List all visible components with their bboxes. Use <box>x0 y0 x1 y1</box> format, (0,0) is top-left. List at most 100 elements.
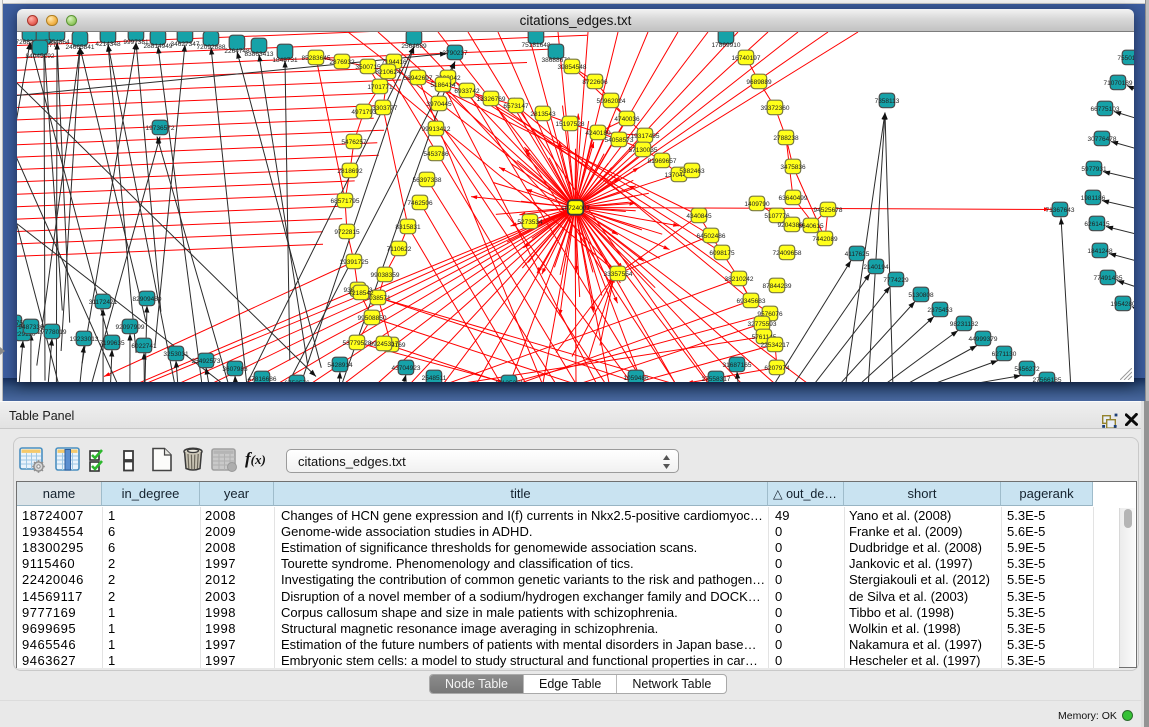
svg-text:9722815: 9722815 <box>334 229 360 236</box>
svg-text:15197528: 15197528 <box>556 121 585 128</box>
svg-text:33357554: 33357554 <box>604 271 633 278</box>
svg-text:68571795: 68571795 <box>331 198 360 205</box>
svg-text:6261415: 6261415 <box>1084 221 1110 228</box>
svg-text:39372360: 39372360 <box>761 105 790 112</box>
svg-text:7199635: 7199635 <box>99 340 125 347</box>
svg-text:43704923: 43704923 <box>392 365 421 372</box>
svg-text:71367643: 71367643 <box>1046 207 1075 214</box>
svg-text:4240180: 4240180 <box>585 130 611 137</box>
svg-text:2813543: 2813543 <box>530 111 556 118</box>
svg-text:94525678: 94525678 <box>814 207 843 214</box>
svg-text:82909480: 82909480 <box>133 296 162 303</box>
svg-text:1059486: 1059486 <box>623 375 649 382</box>
svg-text:72409658: 72409658 <box>773 250 802 257</box>
svg-text:5476257: 5476257 <box>341 139 367 146</box>
svg-text:6098175: 6098175 <box>709 250 735 257</box>
svg-text:27778019: 27778019 <box>38 329 67 336</box>
svg-text:6933742: 6933742 <box>454 88 480 95</box>
svg-text:39854548: 39854548 <box>558 64 587 71</box>
svg-text:2548511: 2548511 <box>422 375 447 382</box>
svg-text:28814949: 28814949 <box>144 43 173 50</box>
svg-text:2876932: 2876932 <box>329 59 355 66</box>
svg-text:6207974: 6207974 <box>764 365 790 372</box>
svg-text:4117625: 4117625 <box>845 251 870 258</box>
svg-text:77491435: 77491435 <box>1094 275 1123 282</box>
svg-text:81969657: 81969657 <box>648 158 677 165</box>
svg-text:5273534: 5273534 <box>517 219 543 226</box>
svg-text:1981186: 1981186 <box>1081 195 1106 202</box>
svg-text:17869910: 17869910 <box>712 42 741 49</box>
svg-text:8722606: 8722606 <box>582 79 608 86</box>
svg-text:4218542: 4218542 <box>348 290 374 297</box>
svg-text:6271130: 6271130 <box>992 351 1017 358</box>
svg-text:2375453: 2375453 <box>927 307 953 314</box>
svg-text:4740036: 4740036 <box>614 116 640 123</box>
svg-text:3253031: 3253031 <box>163 351 189 358</box>
svg-text:27566185: 27566185 <box>1033 377 1062 382</box>
svg-text:8315831: 8315831 <box>395 224 421 231</box>
svg-text:4214348: 4214348 <box>95 41 121 48</box>
svg-text:69345683: 69345683 <box>737 298 766 305</box>
svg-text:75181648: 75181648 <box>522 42 551 49</box>
svg-text:87844239: 87844239 <box>763 283 792 290</box>
svg-text:83863413: 83863413 <box>245 51 274 58</box>
svg-text:5382463: 5382463 <box>679 168 705 175</box>
svg-text:38210242: 38210242 <box>725 276 754 283</box>
svg-text:5186414: 5186414 <box>430 82 456 89</box>
svg-text:13326769: 13326769 <box>477 96 506 103</box>
svg-text:34627347: 34627347 <box>171 41 200 48</box>
svg-text:7462506: 7462506 <box>407 200 433 207</box>
svg-text:27558317: 27558317 <box>702 376 731 382</box>
svg-text:56397338: 56397338 <box>413 177 442 184</box>
svg-text:99038359: 99038359 <box>371 272 400 279</box>
svg-text:19736572: 19736572 <box>146 125 175 132</box>
svg-text:5130808: 5130808 <box>908 292 934 299</box>
svg-text:66775103: 66775103 <box>1091 106 1120 113</box>
svg-text:53779528: 53779528 <box>343 340 372 347</box>
svg-text:58942697: 58942697 <box>404 75 433 82</box>
svg-text:19233013: 19233013 <box>70 336 99 343</box>
svg-text:9689889: 9689889 <box>746 79 772 86</box>
svg-text:32775593: 32775593 <box>748 321 777 328</box>
svg-text:3475836: 3475836 <box>780 164 806 171</box>
svg-text:99508850: 99508850 <box>358 315 387 322</box>
svg-text:25492573: 25492573 <box>192 358 221 365</box>
svg-text:6752576: 6752576 <box>284 380 310 382</box>
svg-text:7358113: 7358113 <box>875 98 900 105</box>
svg-text:44999379: 44999379 <box>969 336 998 343</box>
svg-text:22534217: 22534217 <box>761 342 790 349</box>
svg-text:7110622: 7110622 <box>387 246 412 253</box>
svg-text:6573147: 6573147 <box>503 103 529 110</box>
svg-text:71070189: 71070189 <box>1104 80 1133 87</box>
svg-text:85283645: 85283645 <box>302 55 331 62</box>
svg-text:47135391: 47135391 <box>495 380 524 382</box>
svg-text:7442089: 7442089 <box>812 236 838 243</box>
svg-text:7550190: 7550190 <box>1117 55 1134 62</box>
svg-text:57130035: 57130035 <box>629 147 658 154</box>
svg-text:99913412: 99913412 <box>422 126 451 133</box>
svg-text:31687165: 31687165 <box>723 362 752 369</box>
svg-text:19317495: 19317495 <box>631 133 660 140</box>
svg-text:63640499: 63640499 <box>779 195 808 202</box>
svg-text:1848731: 1848731 <box>272 57 298 64</box>
svg-text:50962024: 50962024 <box>597 98 626 105</box>
svg-text:47816686: 47816686 <box>248 376 277 382</box>
svg-text:3607983: 3607983 <box>222 366 248 373</box>
svg-text:2818692: 2818692 <box>337 168 363 175</box>
svg-text:4971793: 4971793 <box>351 109 377 116</box>
svg-text:1954280: 1954280 <box>1110 301 1134 308</box>
svg-text:2564689: 2564689 <box>401 43 427 50</box>
svg-text:98231132: 98231132 <box>950 321 979 328</box>
svg-text:5453786: 5453786 <box>423 151 449 158</box>
svg-text:54058573: 54058573 <box>605 137 634 144</box>
svg-text:18724007: 18724007 <box>561 205 590 212</box>
svg-text:84045292: 84045292 <box>26 53 55 60</box>
svg-text:8640615: 8640615 <box>798 223 824 230</box>
svg-text:1701771: 1701771 <box>367 84 393 91</box>
svg-text:5977931: 5977931 <box>1081 166 1107 173</box>
svg-text:16740197: 16740197 <box>732 55 761 62</box>
svg-text:30776478: 30776478 <box>1088 136 1117 143</box>
svg-text:6022741: 6022741 <box>131 343 157 350</box>
svg-text:92097999: 92097999 <box>116 324 145 331</box>
svg-text:3790237: 3790237 <box>442 50 468 57</box>
